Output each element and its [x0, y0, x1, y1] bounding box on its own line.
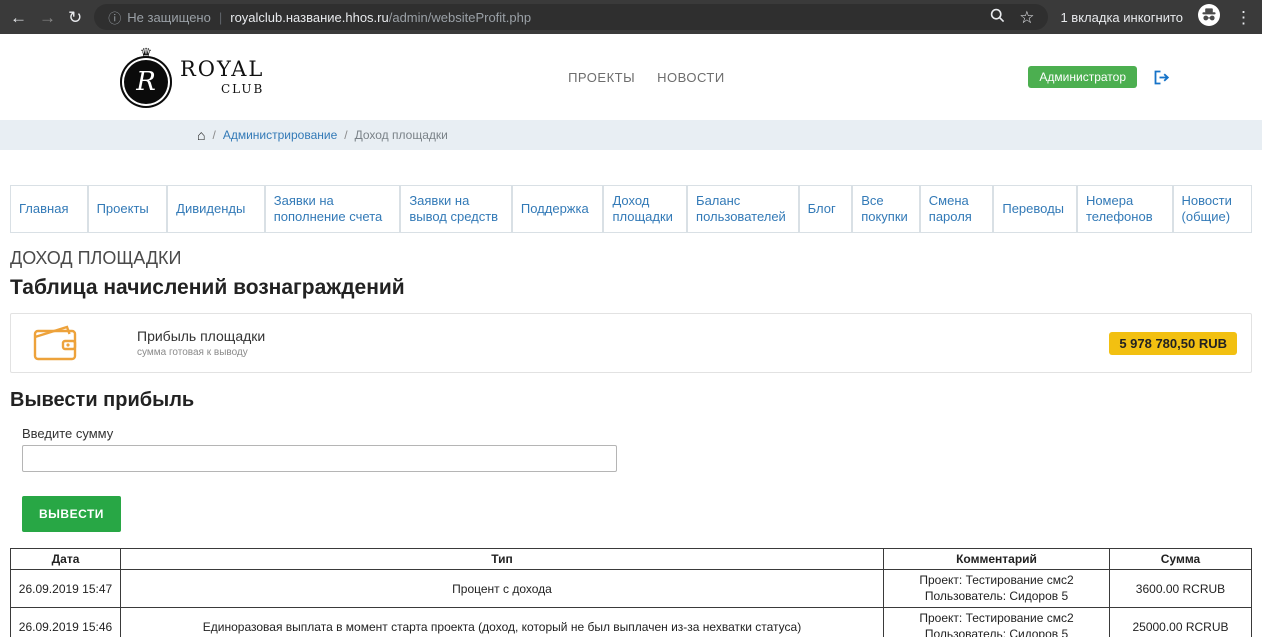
page-title: ДОХОД ПЛОЩАДКИ [10, 248, 182, 268]
profit-card-title: Прибыль площадки [137, 328, 266, 344]
back-icon[interactable]: ← [10, 9, 27, 26]
cell-comment: Проект: Тестирование смс2 Пользователь: … [883, 607, 1110, 637]
logo-circle: R [120, 56, 172, 108]
cell-amount: 25000.00 RCRUB [1109, 607, 1252, 637]
tab-transfers[interactable]: Переводы [993, 185, 1077, 233]
site-header: ♛ R ROYAL CLUB ПРОЕКТЫ НОВОСТИ Администр… [0, 34, 1262, 120]
comment-user: Пользователь: Сидоров 5 [924, 588, 1069, 603]
withdraw-button[interactable]: ВЫВЕСТИ [22, 496, 121, 532]
comment-project: Проект: Тестирование смс2 [919, 611, 1074, 626]
forward-icon[interactable]: → [39, 9, 56, 26]
tab-all-purchases[interactable]: Все покупки [852, 185, 920, 233]
rewards-table: Дата Тип Комментарий Сумма 26.09.2019 15… [10, 548, 1252, 637]
logout-icon[interactable] [1153, 69, 1170, 86]
incognito-icon [1197, 3, 1221, 32]
main-content: ДОХОД ПЛОЩАДКИ Таблица начислений вознаг… [0, 248, 1262, 637]
breadcrumb: ⌂ / Администрирование / Доход площадки [0, 120, 1262, 150]
tab-projects[interactable]: Проекты [87, 185, 168, 233]
cell-date: 26.09.2019 15:47 [10, 568, 121, 609]
profit-card: Прибыль площадки сумма готовая к выводу … [10, 313, 1252, 373]
breadcrumb-current: Доход площадки [354, 128, 448, 142]
breadcrumb-separator: / [212, 128, 216, 142]
column-header-amount: Сумма [1109, 548, 1252, 570]
nav-link-projects[interactable]: ПРОЕКТЫ [568, 70, 635, 85]
home-icon[interactable]: ⌂ [197, 128, 205, 142]
page-subtitle: Таблица начислений вознаграждений [10, 276, 405, 299]
profit-card-texts: Прибыль площадки сумма готовая к выводу [137, 328, 265, 358]
role-badge: Администратор [1028, 66, 1137, 88]
cell-date: 26.09.2019 15:46 [10, 607, 121, 637]
breadcrumb-separator: / [344, 128, 348, 142]
cell-comment: Проект: Тестирование смс2 Пользователь: … [883, 568, 1110, 609]
tab-website-profit[interactable]: Доход площадки [603, 185, 688, 233]
tab-change-password[interactable]: Смена пароля [919, 185, 994, 233]
table-header-row: Дата Тип Комментарий Сумма [10, 548, 1252, 570]
nav-link-news[interactable]: НОВОСТИ [657, 70, 725, 85]
url-host: royalclub.название.hhos.ru [230, 9, 389, 25]
header-right: Администратор [1028, 66, 1170, 88]
tab-general-news[interactable]: Новости (общие) [1172, 185, 1253, 233]
bookmark-star-icon[interactable]: ☆ [1019, 9, 1034, 26]
tab-withdrawal-requests[interactable]: Заявки на вывод средств [400, 185, 512, 233]
tab-phone-numbers[interactable]: Номера телефонов [1076, 185, 1173, 233]
tab-support[interactable]: Поддержка [511, 185, 604, 233]
cell-type: Процент с дохода [120, 568, 884, 609]
tab-deposit-requests[interactable]: Заявки на пополнение счета [264, 185, 401, 233]
chrome-menu-icon[interactable]: ⋮ [1235, 9, 1252, 26]
table-row: 26.09.2019 15:47 Процент с дохода Проект… [10, 568, 1252, 609]
profit-amount-badge: 5 978 780,50 RUB [1109, 331, 1237, 355]
table-row: 26.09.2019 15:46 Единоразовая выплата в … [10, 607, 1252, 637]
url-path: /admin/websiteProfit.php [388, 9, 532, 25]
column-header-date: Дата [10, 548, 121, 570]
column-header-type: Тип [120, 548, 884, 570]
crown-icon: ♛ [139, 45, 153, 61]
security-label: Не защищено [127, 9, 211, 25]
breadcrumb-link-administration[interactable]: Администрирование [223, 128, 337, 142]
amount-input-label: Введите сумму [22, 426, 114, 441]
withdraw-heading: Вывести прибыль [10, 389, 195, 411]
incognito-tab-count: 1 вкладка инкогнито [1060, 9, 1183, 25]
comment-project: Проект: Тестирование смс2 [919, 573, 1074, 587]
cell-amount: 3600.00 RCRUB [1109, 568, 1252, 609]
logo-wordmark: ROYAL CLUB [180, 57, 265, 96]
profit-card-subtitle: сумма готовая к выводу [137, 347, 248, 358]
admin-tabs: Главная Проекты Дивиденды Заявки на попо… [10, 185, 1253, 233]
tab-user-balances[interactable]: Баланс пользователей [687, 185, 799, 233]
logo-letter: R [136, 67, 156, 97]
amount-input[interactable] [22, 445, 617, 472]
logo-word-royal: ROYAL [180, 57, 265, 81]
column-header-comment: Комментарий [883, 548, 1110, 570]
logo-emblem: ♛ R [120, 46, 172, 108]
comment-user: Пользователь: Сидоров 5 [924, 626, 1069, 637]
tab-dividends[interactable]: Дивиденды [167, 185, 265, 233]
reload-icon[interactable]: ↻ [68, 9, 82, 26]
url-divider: | [218, 9, 223, 25]
logo[interactable]: ♛ R ROYAL CLUB [120, 46, 264, 108]
wallet-icon [33, 324, 79, 362]
cell-type: Единоразовая выплата в момент старта про… [120, 607, 884, 637]
logo-word-club: CLUB [220, 82, 265, 96]
tab-main[interactable]: Главная [10, 185, 88, 233]
browser-toolbar: ← → ↻ ⓘ Не защищено | royalclub.название… [0, 0, 1262, 34]
url-text[interactable]: royalclub.название.hhos.ru/admin/website… [230, 10, 531, 25]
header-nav: ПРОЕКТЫ НОВОСТИ [568, 70, 725, 85]
address-bar[interactable]: ⓘ Не защищено | royalclub.название.hhos.… [94, 4, 1049, 30]
info-icon: ⓘ [108, 10, 122, 26]
site-security-indicator[interactable]: ⓘ Не защищено [108, 8, 211, 27]
search-icon[interactable] [990, 8, 1005, 26]
tab-blog[interactable]: Блог [798, 185, 853, 233]
